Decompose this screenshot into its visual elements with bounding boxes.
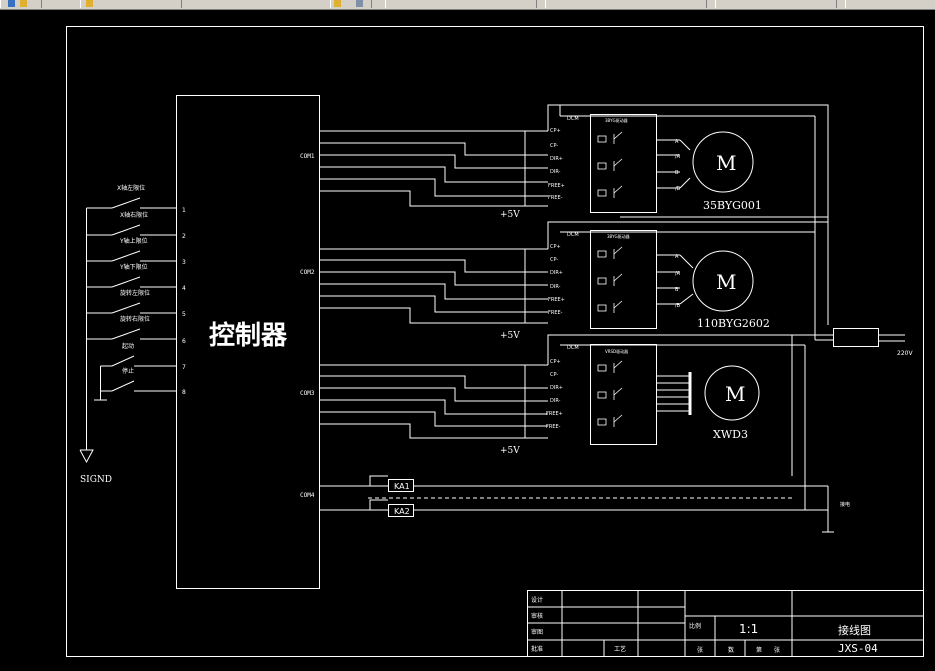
driver3-input: CP- xyxy=(550,372,558,378)
driver2-output: /A xyxy=(675,271,681,277)
tb-title: 接线图 xyxy=(838,623,871,637)
tb-sheet-2: 数 xyxy=(728,646,734,654)
relay-note: 接电 xyxy=(840,501,850,508)
motor1-symbol: M xyxy=(716,151,736,175)
pin-4: 4 xyxy=(182,285,186,292)
toolbar-icon[interactable] xyxy=(356,0,363,7)
motor2-model: 110BYG2602 xyxy=(697,317,770,330)
switch-label-3: Y轴上限位 xyxy=(119,237,148,245)
relay-ka1-label: KA1 xyxy=(394,482,410,491)
driver3-input: FREE- xyxy=(546,424,561,430)
port-label-com1: COM1 xyxy=(300,153,315,160)
driver2-input: FREE+ xyxy=(548,297,565,303)
tb-scale: 1:1 xyxy=(739,622,758,636)
toolbar-icon[interactable] xyxy=(20,0,27,7)
driver1-output: /A xyxy=(675,154,681,160)
driver-box-3 xyxy=(590,344,657,445)
driver1-input: CP- xyxy=(550,143,558,149)
driver1-title: 3BYG驱动器 xyxy=(605,117,628,123)
pin-6: 6 xyxy=(182,338,186,345)
relay-ka2-label: KA2 xyxy=(394,507,410,516)
cad-toolbar-strip xyxy=(0,0,935,10)
drawing-frame xyxy=(66,26,924,657)
wiring-diagram-canvas[interactable]: COM1 COM2 COM3 COM4 控制器 X轴左限位 X轴右限位 Y轴上限… xyxy=(0,10,935,671)
tb-scale-label: 比例 xyxy=(689,622,701,630)
driver2-input: DIR+ xyxy=(550,270,563,276)
driver2-input: FREE- xyxy=(548,310,563,316)
driver3-title: VRSD驱动器 xyxy=(605,348,628,354)
dcm-label-3: DCM xyxy=(567,345,579,351)
power-label: 220V xyxy=(897,350,913,357)
tb-review: 审核 xyxy=(531,612,543,620)
lineweight-dropdown[interactable] xyxy=(845,0,935,8)
driver2-title: 3BYG驱动器 xyxy=(607,233,630,239)
switch-label-4: Y轴下限位 xyxy=(119,263,148,271)
driver2-output: A xyxy=(675,254,679,260)
ground-label: SIGND xyxy=(80,475,112,485)
tb-sheet-4: 张 xyxy=(774,646,780,654)
linetype-dropdown[interactable] xyxy=(715,0,837,8)
supply-1: +5V xyxy=(500,210,520,220)
pin-2: 2 xyxy=(182,233,186,240)
motor3-model: XWD3 xyxy=(713,428,748,441)
switch-label-1: X轴左限位 xyxy=(117,184,145,192)
driver1-output: A xyxy=(675,139,679,145)
tb-sheet-3: 第 xyxy=(756,646,762,654)
tb-approve: 批准 xyxy=(531,645,543,653)
supply-2: +5V xyxy=(500,331,520,341)
toolbar-segment[interactable] xyxy=(80,0,182,8)
driver-box-2 xyxy=(590,230,657,329)
switch-label-6: 旋转右限位 xyxy=(120,315,150,323)
switch-label-2: X轴右限位 xyxy=(120,211,148,219)
driver1-input: DIR- xyxy=(550,169,561,175)
driver2-output: B xyxy=(675,287,679,293)
motor1-model: 35BYG001 xyxy=(703,199,762,212)
color-dropdown[interactable] xyxy=(545,0,707,8)
driver-box-1 xyxy=(590,114,657,213)
driver3-input: FREE+ xyxy=(546,411,563,417)
motor3-symbol: M xyxy=(725,382,745,406)
layer-dropdown[interactable] xyxy=(385,0,537,8)
tb-check: 审图 xyxy=(531,628,543,636)
pin-8: 8 xyxy=(182,389,186,396)
tb-small: 工艺 xyxy=(614,645,626,653)
driver2-input: CP+ xyxy=(550,244,561,250)
controller-label: 控制器 xyxy=(209,321,288,351)
pin-7: 7 xyxy=(182,364,186,371)
driver1-output: /B xyxy=(675,186,681,192)
optocoupler-symbols xyxy=(597,131,623,427)
toolbar-icon[interactable] xyxy=(8,0,15,7)
pin-5: 5 xyxy=(182,311,186,318)
dcm-label-2: DCM xyxy=(567,232,579,238)
power-filter xyxy=(833,328,879,347)
driver3-input: CP+ xyxy=(550,359,561,365)
switch-label-8: 停止 xyxy=(122,367,134,375)
toolbar-icon[interactable] xyxy=(334,0,341,7)
supply-3: +5V xyxy=(500,446,520,456)
driver1-input: FREE- xyxy=(548,195,563,201)
port-label-com2: COM2 xyxy=(300,269,315,276)
port-label-com3: COM3 xyxy=(300,390,315,397)
driver2-input: CP- xyxy=(550,257,558,263)
driver1-input: DIR+ xyxy=(550,156,563,162)
motor2-symbol: M xyxy=(716,270,736,294)
driver2-output: /B xyxy=(675,303,681,309)
driver3-input: DIR- xyxy=(550,398,561,404)
switch-label-7: 起动 xyxy=(122,342,134,350)
driver2-input: DIR- xyxy=(550,284,561,290)
dcm-label-1: DCM xyxy=(567,116,579,122)
tb-sheet-1: 张 xyxy=(697,646,703,654)
tb-number: JXS-04 xyxy=(838,642,878,655)
switch-label-5: 旋转左限位 xyxy=(120,289,150,297)
driver3-input: DIR+ xyxy=(550,385,563,391)
driver1-output: B xyxy=(675,170,679,176)
driver1-input: CP+ xyxy=(550,128,561,134)
pin-3: 3 xyxy=(182,259,186,266)
port-label-com4: COM4 xyxy=(300,492,315,499)
toolbar-icon[interactable] xyxy=(86,0,93,7)
driver1-input: FREE+ xyxy=(548,183,565,189)
tb-design: 设计 xyxy=(531,596,543,604)
pin-1: 1 xyxy=(182,207,186,214)
